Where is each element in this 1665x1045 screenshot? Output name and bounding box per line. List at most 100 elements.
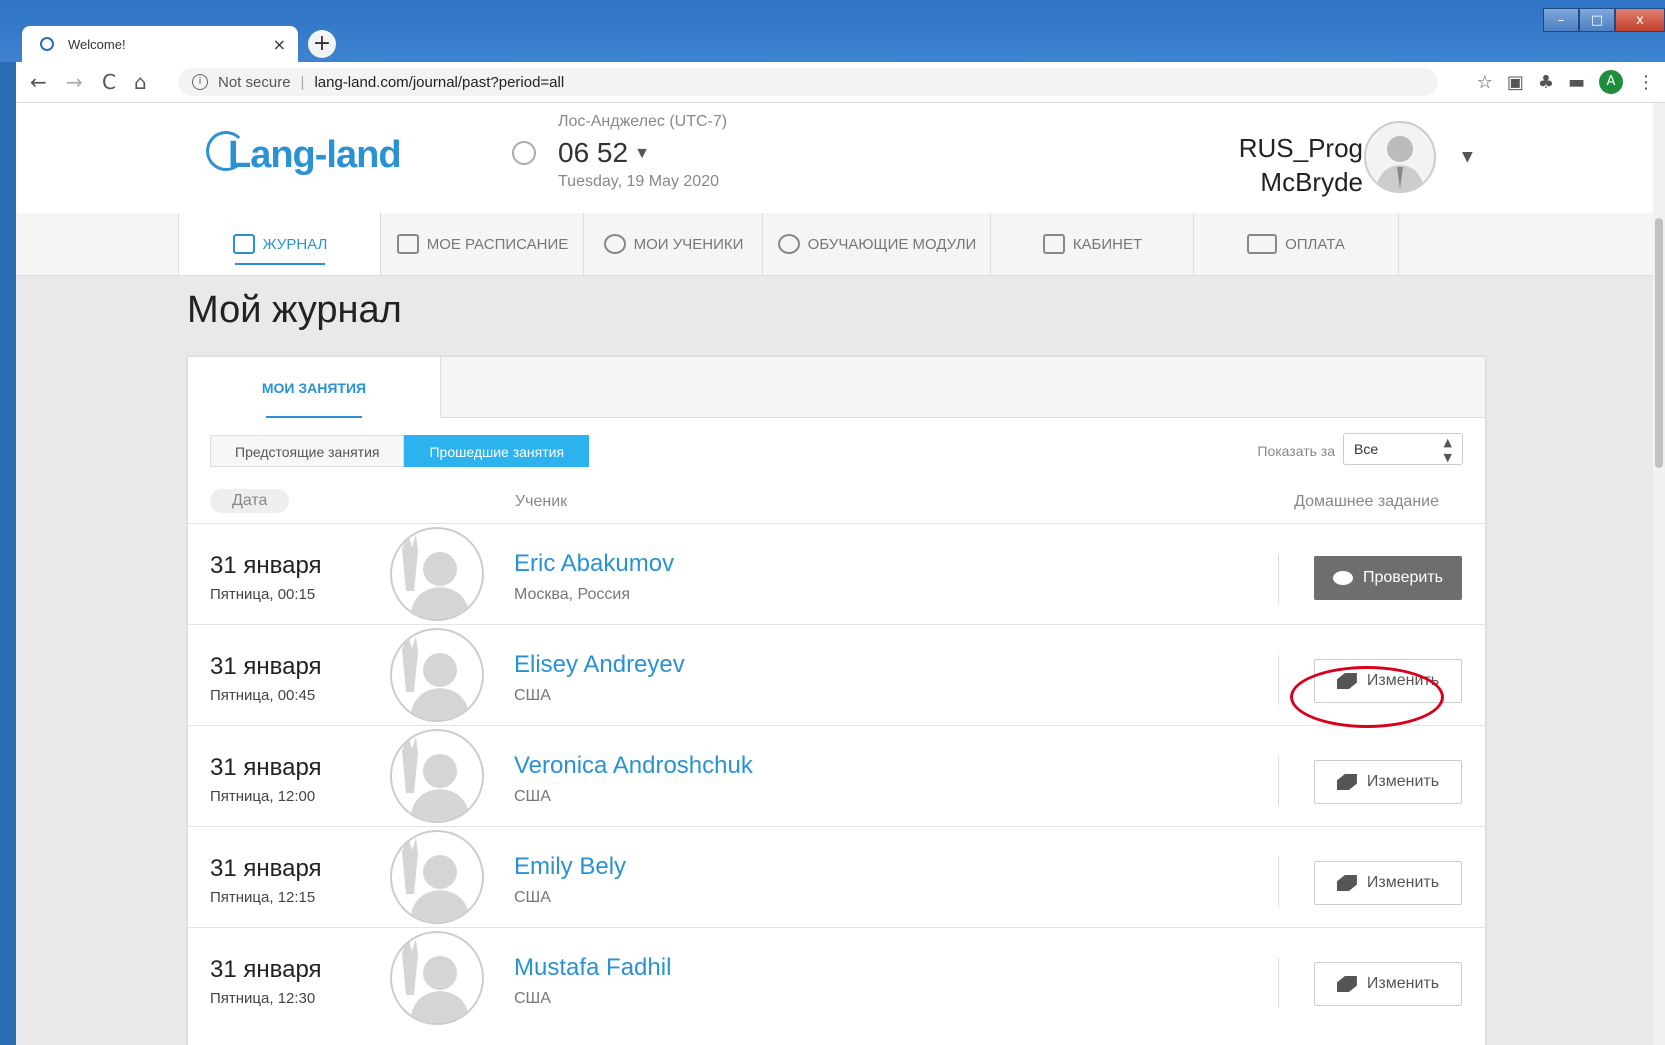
button-label: Изменить [1366, 672, 1440, 689]
edit-pencil-icon [1336, 875, 1357, 891]
edit-homework-button[interactable]: Изменить [1314, 861, 1462, 905]
browser-tab[interactable]: Welcome! × [22, 26, 298, 62]
nav-label: МОИ УЧЕНИКИ [633, 235, 744, 253]
button-label: Изменить [1366, 773, 1440, 790]
page-scrollbar[interactable] [1653, 103, 1665, 1045]
logo-text: Lang-land [228, 134, 402, 176]
puzzle-icon [777, 234, 800, 254]
maximize-button[interactable]: □ [1579, 8, 1615, 32]
close-window-button[interactable]: x [1615, 8, 1665, 32]
period-label: Показать за [1257, 443, 1335, 459]
nav-payment[interactable]: ОПЛАТА [1193, 213, 1399, 275]
student-avatar [390, 628, 484, 722]
address-bar[interactable]: i Not secure | lang-land.com/journal/pas… [178, 68, 1438, 96]
info-icon[interactable]: i [192, 74, 208, 90]
waving-person-icon [402, 937, 470, 1023]
clock-icon [512, 141, 536, 165]
tab-title: Welcome! [68, 36, 126, 52]
lesson-time: Пятница, 12:30 [210, 990, 316, 1007]
lesson-time: Пятница, 00:45 [210, 687, 316, 704]
waving-person-icon [402, 836, 470, 922]
tab-strip: Welcome! × + – □ x [0, 0, 1665, 62]
current-time[interactable]: 06 52 ▼ [558, 137, 650, 169]
extension-icon-3[interactable]: ▬ [1568, 72, 1585, 93]
student-name-link[interactable]: Elisey Andreyev [514, 651, 685, 679]
student-name-link[interactable]: Veronica Androshchuk [514, 752, 753, 780]
main-nav: ЖУРНАЛ МОЕ РАСПИСАНИЕ МОИ УЧЕНИКИ ОБУЧАЮ… [16, 213, 1659, 276]
extension-icon[interactable]: ▣ [1507, 72, 1524, 93]
profile-avatar[interactable]: A [1599, 70, 1623, 94]
lesson-date: 31 января [210, 552, 322, 579]
student-name-link[interactable]: Mustafa Fadhil [514, 954, 671, 982]
minimize-button[interactable]: – [1543, 8, 1579, 32]
column-homework: Домашнее задание [1294, 493, 1439, 510]
button-label: Проверить [1362, 569, 1443, 586]
student-location: США [514, 990, 551, 1007]
upcoming-lessons-button[interactable]: Предстоящие занятия [210, 435, 405, 467]
edit-homework-button[interactable]: Изменить [1314, 659, 1462, 703]
payment-card-icon [1247, 234, 1278, 254]
edit-homework-button[interactable]: Изменить [1314, 962, 1462, 1006]
period-value: Все [1354, 441, 1379, 457]
url-text[interactable]: lang-land.com/journal/past?period=all [314, 74, 564, 91]
site-logo[interactable]: Lang-land [206, 131, 402, 177]
student-avatar [390, 931, 484, 1025]
edit-homework-button[interactable]: Изменить [1314, 760, 1462, 804]
period-select[interactable]: Все ▲ ▼ [1343, 433, 1463, 465]
home-button[interactable]: ⌂ [134, 70, 147, 94]
security-label: Not secure [218, 73, 291, 91]
nav-cabinet[interactable]: КАБИНЕТ [990, 213, 1194, 275]
reload-button[interactable]: C [102, 70, 116, 94]
row-divider [1278, 857, 1279, 907]
lesson-date: 31 января [210, 855, 322, 882]
column-student: Ученик [515, 493, 568, 510]
edit-pencil-icon [1336, 976, 1357, 992]
row-divider [1278, 655, 1279, 705]
check-homework-button[interactable]: Проверить [1314, 556, 1462, 600]
favicon-icon [40, 37, 54, 51]
lessons-card: МОИ ЗАНЯТИЯ Предстоящие занятия Прошедши… [188, 357, 1485, 1045]
close-tab-icon[interactable]: × [273, 35, 286, 54]
bookmark-star-icon[interactable]: ☆ [1477, 72, 1493, 93]
nav-schedule[interactable]: МОЕ РАСПИСАНИЕ [380, 213, 584, 275]
current-date: Tuesday, 19 May 2020 [558, 173, 719, 190]
nav-modules[interactable]: ОБУЧАЮЩИЕ МОДУЛИ [762, 213, 991, 275]
timezone-label: Лос-Анджелес (UTC-7) [558, 113, 728, 130]
student-location: США [514, 788, 551, 805]
user-menu-chevron-icon[interactable]: ▼ [1462, 149, 1473, 165]
lesson-date: 31 января [210, 956, 322, 983]
student-name-link[interactable]: Eric Abakumov [514, 550, 674, 578]
user-name[interactable]: RUS_Prog McBryde [1239, 131, 1363, 199]
past-lessons-button[interactable]: Прошедшие занятия [404, 435, 590, 467]
button-label: Изменить [1366, 975, 1440, 992]
table-row: 31 января Пятница, 12:00 Veronica Andros… [188, 725, 1485, 826]
student-name-link[interactable]: Emily Bely [514, 853, 626, 881]
column-date[interactable]: Дата [210, 489, 290, 513]
table-row: 31 января Пятница, 12:15 Emily Bely США … [188, 826, 1485, 927]
page-title: Мой журнал [187, 289, 402, 331]
lesson-filter-toggle: Предстоящие занятия Прошедшие занятия [210, 435, 590, 467]
extension-icon-2[interactable]: ♣ [1538, 72, 1554, 93]
chevron-down-icon[interactable]: ▼ [634, 145, 650, 162]
edit-pencil-icon [1336, 673, 1357, 689]
forward-button[interactable]: → [66, 70, 83, 94]
nav-journal[interactable]: ЖУРНАЛ [178, 213, 381, 275]
menu-kebab-icon[interactable]: ⋮ [1637, 72, 1655, 93]
tab-my-lessons[interactable]: МОИ ЗАНЯТИЯ [188, 357, 441, 418]
calendar-icon [396, 234, 419, 254]
lesson-time: Пятница, 12:00 [210, 788, 316, 805]
time-value: 06 52 [558, 137, 629, 168]
nav-students[interactable]: МОИ УЧЕНИКИ [583, 213, 763, 275]
row-divider [1278, 756, 1279, 806]
row-divider [1278, 554, 1279, 604]
lesson-date: 31 января [210, 653, 322, 680]
new-tab-button[interactable]: + [308, 30, 336, 58]
waving-person-icon [402, 634, 470, 720]
scrollbar-thumb[interactable] [1655, 218, 1663, 468]
page-content: Lang-land Лос-Анджелес (UTC-7) 06 52 ▼ Tu… [16, 103, 1659, 1045]
tab-underline [266, 416, 362, 418]
lesson-time: Пятница, 12:15 [210, 889, 316, 906]
back-button[interactable]: ← [30, 70, 47, 94]
active-underline [235, 263, 325, 265]
user-avatar[interactable] [1364, 121, 1436, 193]
